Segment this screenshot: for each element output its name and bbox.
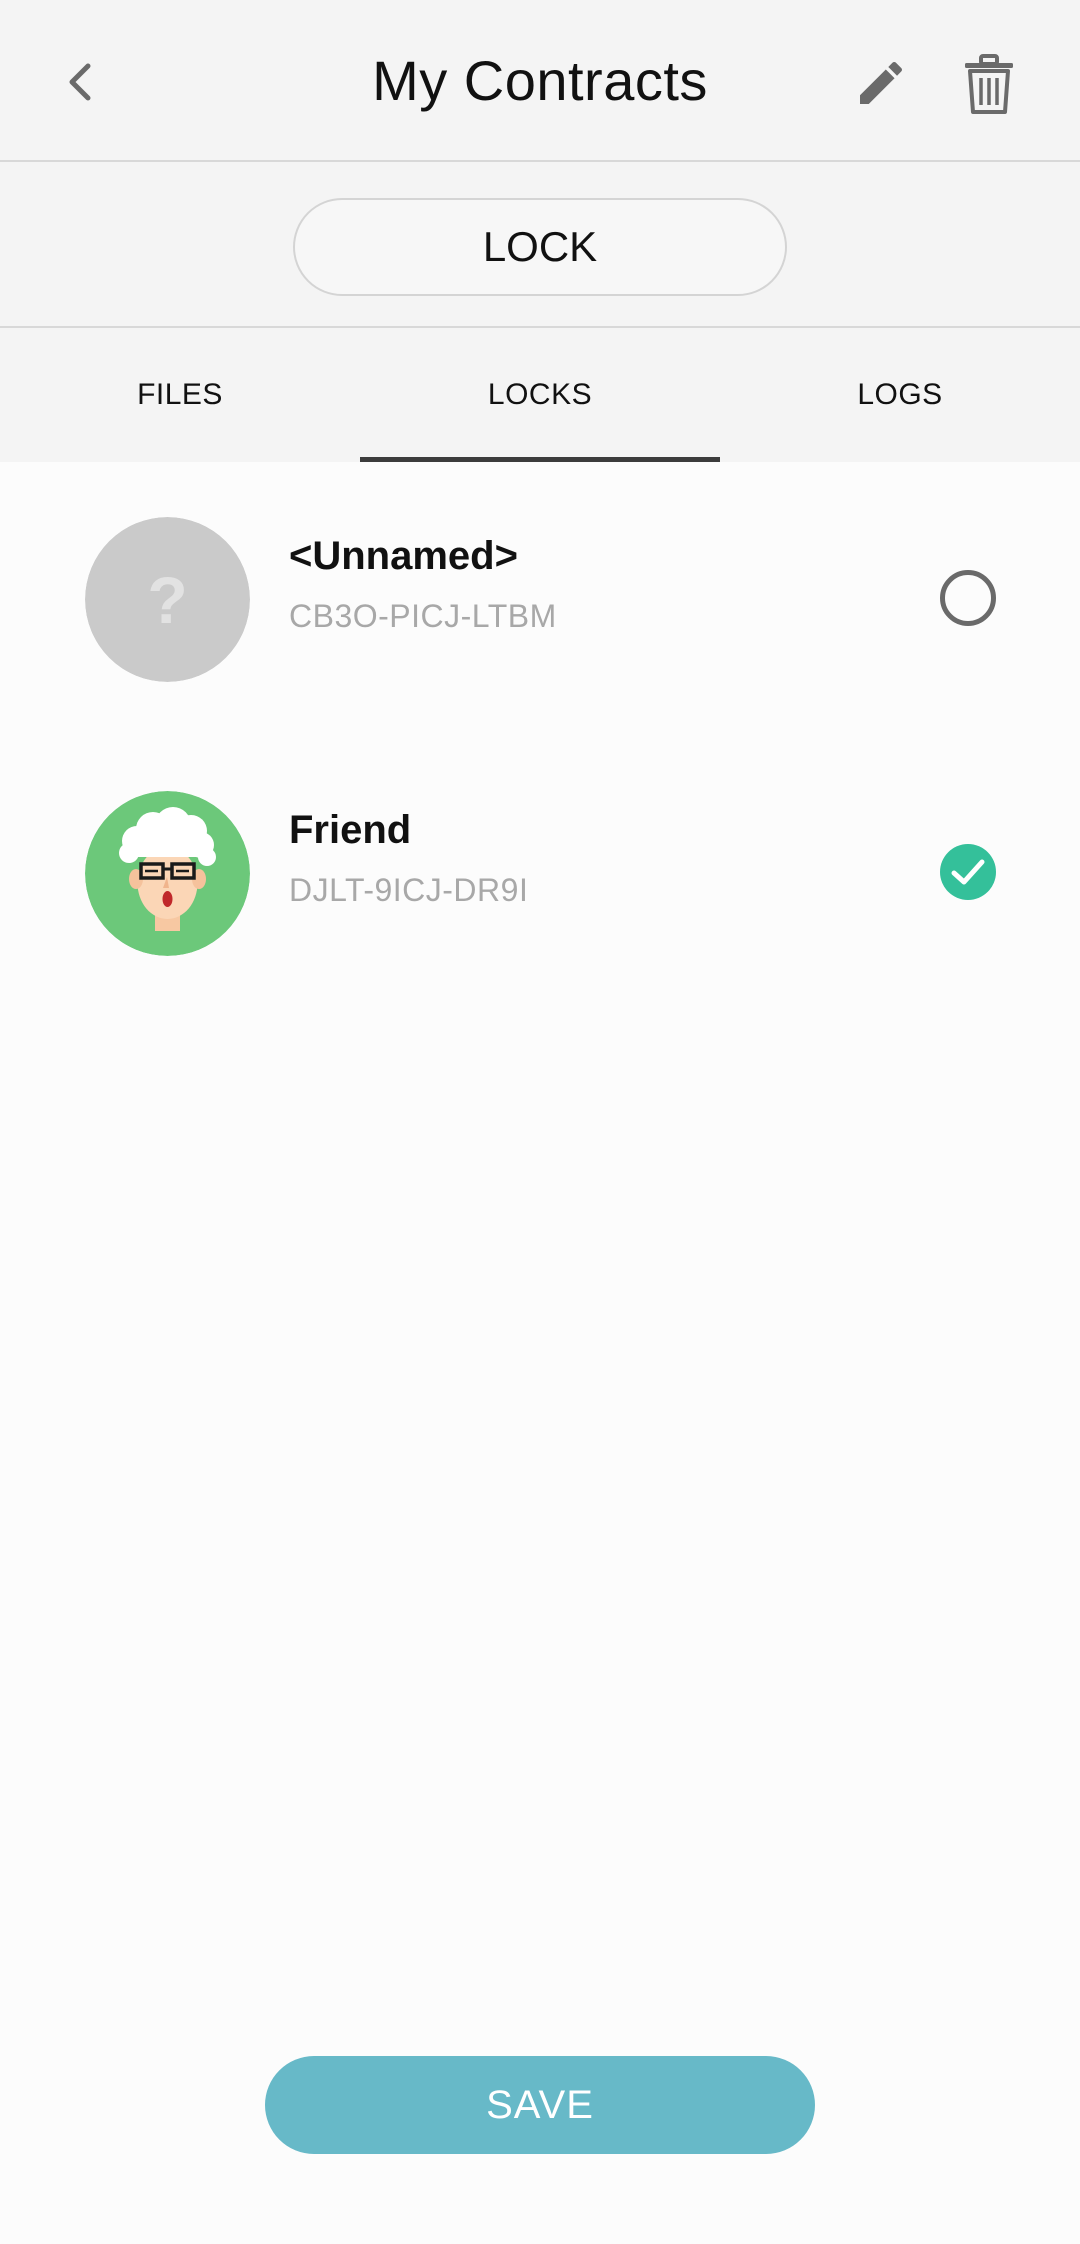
select-radio[interactable] [940,570,996,626]
save-button[interactable]: SAVE [265,2056,815,2154]
tab-bar: FILES LOCKS LOGS [0,328,1080,462]
delete-button[interactable] [954,50,1024,120]
lock-button[interactable]: LOCK [293,198,787,296]
pencil-icon [860,61,903,104]
unknown-avatar: ? [85,517,250,682]
question-mark-icon: ? [147,563,187,637]
tab-locks[interactable]: LOCKS [360,328,720,462]
lock-bar: LOCK [0,162,1080,328]
edit-button[interactable] [848,50,914,116]
lock-name: Friend [289,808,412,852]
checkmark-icon [951,859,985,885]
select-radio[interactable] [940,844,996,900]
tab-files[interactable]: FILES [0,328,360,462]
lock-name: <Unnamed> [289,534,518,578]
app-header: My Contracts [0,0,1080,162]
old-man-avatar [85,791,250,956]
lock-code: CB3O-PICJ-LTBM [289,598,557,634]
page-title: My Contracts [372,49,708,112]
trash-icon [965,54,1013,114]
tab-logs[interactable]: LOGS [720,328,1080,462]
lock-list-item[interactable]: Friend DJLT-9ICJ-DR9I [0,736,1080,1006]
lock-list-item[interactable]: ? <Unnamed> CB3O-PICJ-LTBM [0,462,1080,732]
lock-code: DJLT-9ICJ-DR9I [289,872,529,908]
